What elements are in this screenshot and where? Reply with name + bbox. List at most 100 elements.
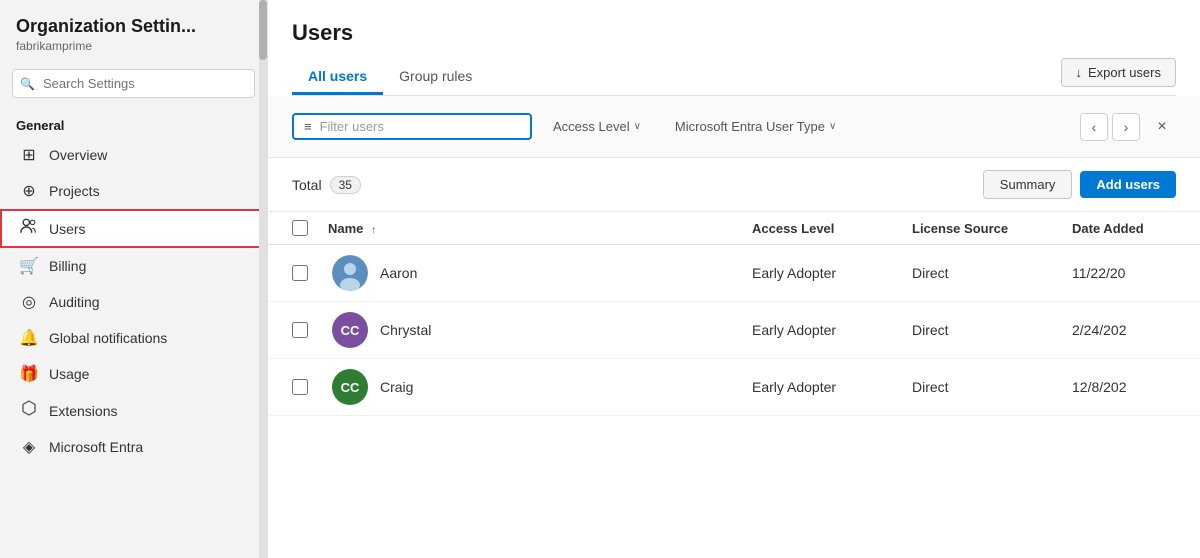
row-date-cell: 11/22/20 xyxy=(1060,245,1200,302)
close-icon: × xyxy=(1157,118,1166,136)
users-icon xyxy=(19,217,39,240)
overview-icon: ⊞ xyxy=(19,145,39,165)
users-table: Name ↑ Access Level License Source Date … xyxy=(268,212,1200,416)
sidebar-item-label-overview: Overview xyxy=(49,147,107,163)
user-type-chevron-icon: ∨ xyxy=(829,121,836,132)
th-checkbox xyxy=(268,212,320,245)
user-name: Chrystal xyxy=(380,322,431,338)
tabs-row: All users Group rules ↓ Export users xyxy=(292,58,1176,96)
row-date-cell: 12/8/202 xyxy=(1060,359,1200,416)
sidebar-scrollbar-thumb[interactable] xyxy=(259,0,267,60)
total-count-badge: 35 xyxy=(330,176,361,194)
user-name: Craig xyxy=(380,379,413,395)
sidebar-search-wrap: 🔍 xyxy=(12,69,255,98)
sidebar-item-microsoft-entra[interactable]: ◈ Microsoft Entra xyxy=(0,429,267,465)
avatar xyxy=(332,255,368,291)
sidebar-item-label-usage: Usage xyxy=(49,366,89,382)
row-checkbox-cell xyxy=(268,359,320,416)
user-type-label: Microsoft Entra User Type xyxy=(675,119,825,134)
row-name-cell: Aaron xyxy=(320,245,740,302)
tab-all-users[interactable]: All users xyxy=(292,60,383,95)
microsoft-entra-icon: ◈ xyxy=(19,437,39,457)
sidebar-item-extensions[interactable]: Extensions xyxy=(0,392,267,429)
filter-input-wrap: ≡ xyxy=(292,113,532,140)
tab-group-rules[interactable]: Group rules xyxy=(383,60,488,95)
access-level-dropdown[interactable]: Access Level ∨ xyxy=(540,112,654,141)
avatar: CC xyxy=(332,312,368,348)
row-license-cell: Direct xyxy=(900,359,1060,416)
sidebar-item-users[interactable]: Users xyxy=(0,209,267,248)
row-license-cell: Direct xyxy=(900,245,1060,302)
access-level-label: Access Level xyxy=(553,119,630,134)
filter-users-input[interactable] xyxy=(320,119,500,134)
export-btn-label: Export users xyxy=(1088,65,1161,80)
user-type-dropdown[interactable]: Microsoft Entra User Type ∨ xyxy=(662,112,849,141)
users-tbody: Aaron Early Adopter Direct 11/22/20 xyxy=(268,245,1200,416)
total-label: Total xyxy=(292,177,322,193)
row-access-cell: Early Adopter xyxy=(740,302,900,359)
tabs: All users Group rules xyxy=(292,60,488,94)
sidebar-item-overview[interactable]: ⊞ Overview xyxy=(0,137,267,173)
search-icon: 🔍 xyxy=(20,77,35,91)
avatar: CC xyxy=(332,369,368,405)
sidebar-item-label-auditing: Auditing xyxy=(49,294,100,310)
row-checkbox-cell xyxy=(268,245,320,302)
table-header-row: Name ↑ Access Level License Source Date … xyxy=(268,212,1200,245)
filter-icon: ≡ xyxy=(304,119,312,134)
sidebar-header: Organization Settin... fabrikamprime xyxy=(0,0,267,61)
chevron-right-icon: › xyxy=(1124,119,1129,135)
row-access-cell: Early Adopter xyxy=(740,245,900,302)
row-checkbox[interactable] xyxy=(292,265,308,281)
prev-page-button[interactable]: ‹ xyxy=(1080,113,1108,141)
row-checkbox[interactable] xyxy=(292,322,308,338)
notifications-icon: 🔔 xyxy=(19,328,39,348)
th-name: Name ↑ xyxy=(320,212,740,245)
th-license-source: License Source xyxy=(900,212,1060,245)
auditing-icon: ◎ xyxy=(19,292,39,312)
sidebar-item-label-users: Users xyxy=(49,221,86,237)
table-row: CC Craig Early Adopter Direct 12/8/202 xyxy=(268,359,1200,416)
sidebar-item-billing[interactable]: 🛒 Billing xyxy=(0,248,267,284)
usage-icon: 🎁 xyxy=(19,364,39,384)
sidebar-scrollbar-track[interactable] xyxy=(259,0,267,558)
sidebar-item-label-extensions: Extensions xyxy=(49,403,117,419)
th-date-added: Date Added xyxy=(1060,212,1200,245)
row-access-cell: Early Adopter xyxy=(740,359,900,416)
users-area: Total 35 Summary Add users Name ↑ xyxy=(268,158,1200,558)
export-down-icon: ↓ xyxy=(1076,65,1083,80)
search-settings-input[interactable] xyxy=(12,69,255,98)
row-date-cell: 2/24/202 xyxy=(1060,302,1200,359)
row-name-cell: CC Chrystal xyxy=(320,302,740,359)
row-license-cell: Direct xyxy=(900,302,1060,359)
select-all-checkbox[interactable] xyxy=(292,220,308,236)
next-page-button[interactable]: › xyxy=(1112,113,1140,141)
sidebar-item-projects[interactable]: ⊕ Projects xyxy=(0,173,267,209)
row-name-cell: CC Craig xyxy=(320,359,740,416)
sidebar-item-auditing[interactable]: ◎ Auditing xyxy=(0,284,267,320)
row-checkbox-cell xyxy=(268,302,320,359)
table-row: Aaron Early Adopter Direct 11/22/20 xyxy=(268,245,1200,302)
th-access-level: Access Level xyxy=(740,212,900,245)
filter-close-button[interactable]: × xyxy=(1148,113,1176,141)
sidebar-item-label-billing: Billing xyxy=(49,258,86,274)
users-toolbar: Total 35 Summary Add users xyxy=(268,158,1200,212)
table-row: CC Chrystal Early Adopter Direct 2/24/20… xyxy=(268,302,1200,359)
export-users-button[interactable]: ↓ Export users xyxy=(1061,58,1176,87)
summary-button[interactable]: Summary xyxy=(983,170,1073,199)
sidebar-item-usage[interactable]: 🎁 Usage xyxy=(0,356,267,392)
org-title: Organization Settin... xyxy=(16,16,251,37)
sidebar-item-label-projects: Projects xyxy=(49,183,100,199)
page-title: Users xyxy=(292,20,1176,46)
add-users-button[interactable]: Add users xyxy=(1080,171,1176,198)
user-name: Aaron xyxy=(380,265,417,281)
projects-icon: ⊕ xyxy=(19,181,39,201)
name-sort-icon: ↑ xyxy=(371,225,376,236)
filter-bar: ≡ Access Level ∨ Microsoft Entra User Ty… xyxy=(268,96,1200,158)
sidebar-item-global-notifications[interactable]: 🔔 Global notifications xyxy=(0,320,267,356)
main-header: Users All users Group rules ↓ Export use… xyxy=(268,0,1200,96)
billing-icon: 🛒 xyxy=(19,256,39,276)
sidebar-item-label-notifications: Global notifications xyxy=(49,330,167,346)
nav-arrows: ‹ › xyxy=(1080,113,1140,141)
row-checkbox[interactable] xyxy=(292,379,308,395)
sidebar-item-label-microsoft-entra: Microsoft Entra xyxy=(49,439,143,455)
